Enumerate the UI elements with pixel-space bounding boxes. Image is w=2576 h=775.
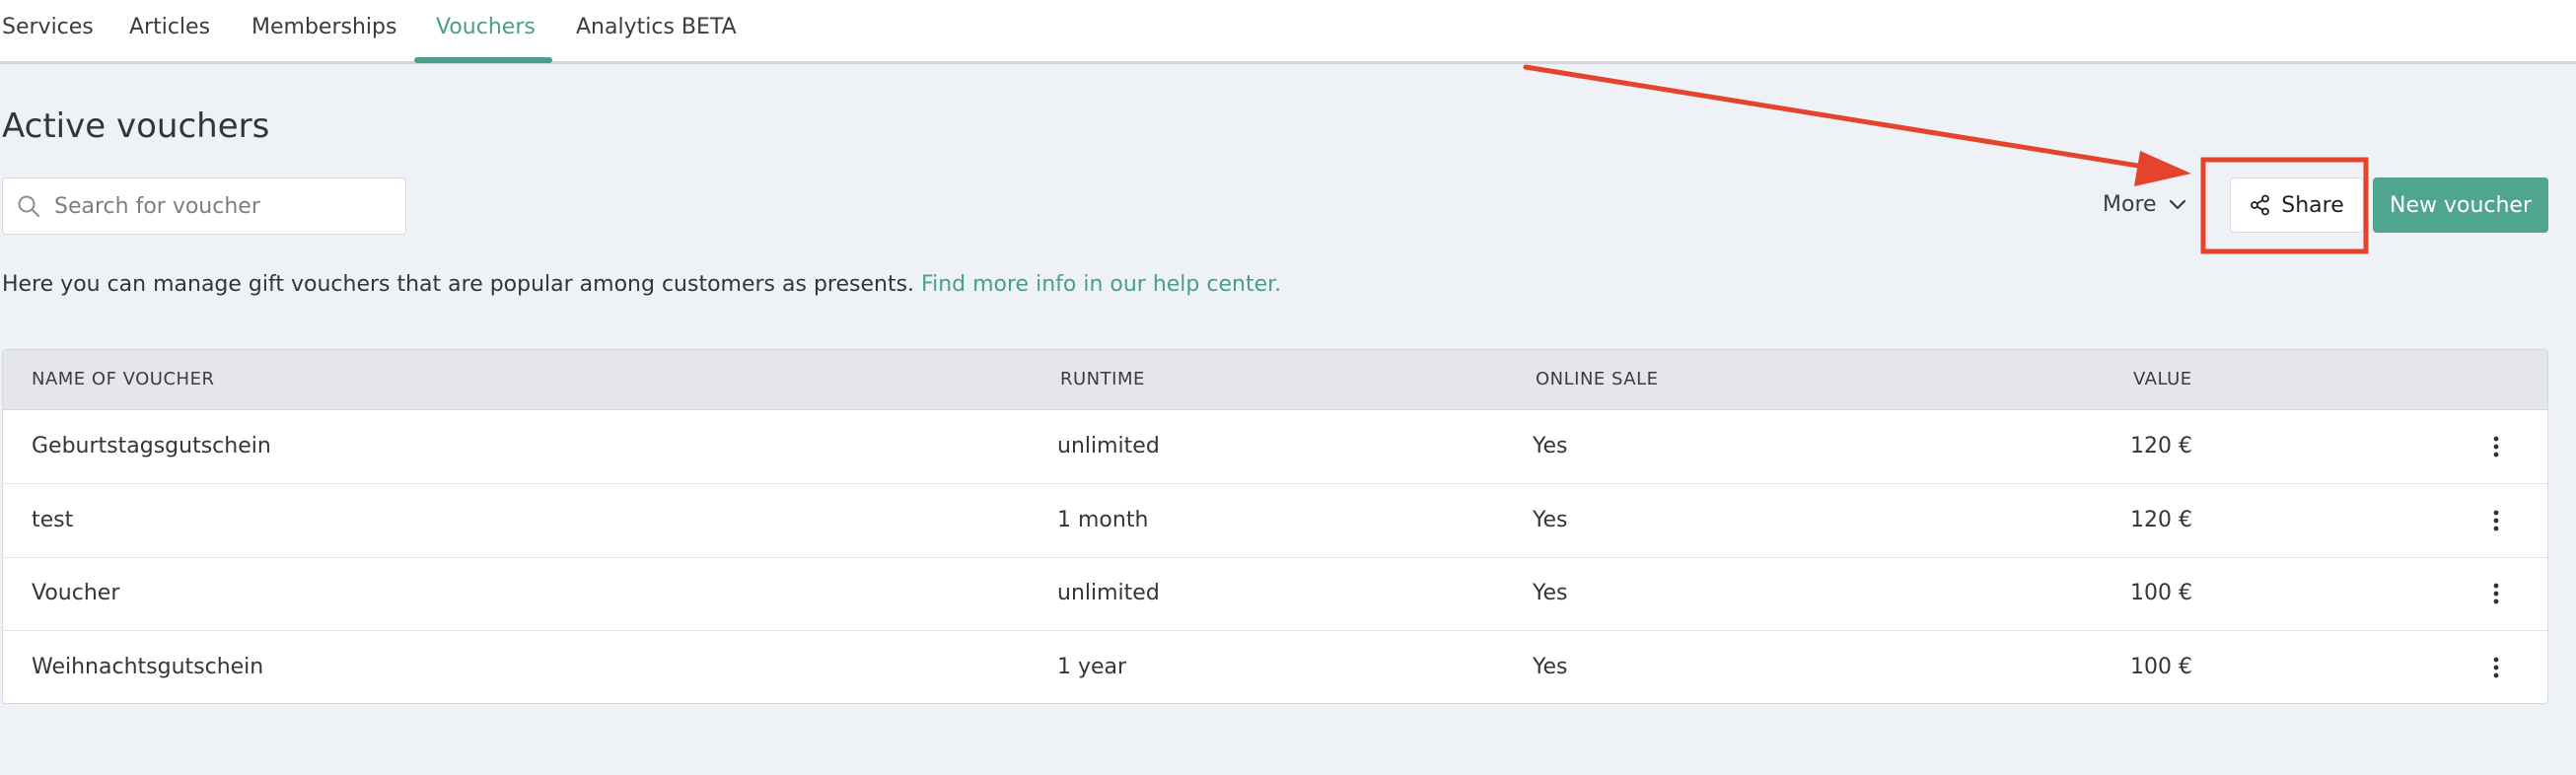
share-icon (2251, 194, 2270, 216)
annotation-arrow-line (1523, 64, 2153, 171)
header-value: VALUE (2133, 369, 2192, 389)
info-text: Here you can manage gift vouchers that a… (2, 272, 1281, 297)
table-row[interactable]: test 1 month Yes 120 € (3, 484, 2547, 558)
voucher-name: Voucher (32, 581, 120, 605)
vouchers-table: NAME OF VOUCHER RUNTIME ONLINE SALE VALU… (2, 349, 2548, 704)
voucher-online-sale: Yes (1533, 434, 1568, 458)
table-row[interactable]: Geburtstagsgutschein unlimited Yes 120 € (3, 410, 2547, 484)
voucher-runtime: 1 year (1057, 655, 1127, 679)
chevron-down-icon (2169, 199, 2185, 210)
header-runtime: RUNTIME (1060, 369, 1145, 389)
tab-memberships[interactable]: Memberships (251, 0, 396, 61)
tab-vouchers[interactable]: Vouchers (436, 0, 536, 61)
voucher-name: Geburtstagsgutschein (32, 434, 271, 458)
search-box[interactable] (2, 177, 406, 235)
table-row[interactable]: Voucher unlimited Yes 100 € (3, 557, 2547, 631)
share-label: Share (2281, 192, 2344, 218)
voucher-value: 100 € (2130, 581, 2192, 605)
kebab-menu-icon[interactable] (2486, 582, 2506, 605)
search-input[interactable] (52, 178, 401, 234)
tab-articles[interactable]: Articles (129, 0, 210, 61)
more-label: More (2103, 192, 2157, 217)
voucher-name: Weihnachtsgutschein (32, 655, 264, 679)
active-tab-indicator (414, 57, 552, 63)
kebab-menu-icon[interactable] (2486, 656, 2506, 679)
voucher-value: 120 € (2130, 434, 2192, 458)
voucher-online-sale: Yes (1533, 655, 1568, 679)
new-voucher-button[interactable]: New voucher (2373, 177, 2548, 233)
search-icon (18, 195, 39, 217)
tab-analytics[interactable]: Analytics BETA (576, 0, 737, 61)
tab-services[interactable]: Services (2, 0, 94, 61)
voucher-runtime: 1 month (1057, 508, 1149, 532)
voucher-online-sale: Yes (1533, 581, 1568, 605)
voucher-value: 120 € (2130, 508, 2192, 532)
voucher-value: 100 € (2130, 655, 2192, 679)
header-name: NAME OF VOUCHER (32, 369, 215, 389)
top-nav: Services Articles Memberships Vouchers A… (0, 0, 2576, 64)
annotation-arrow-head (2134, 151, 2191, 186)
table-header: NAME OF VOUCHER RUNTIME ONLINE SALE VALU… (3, 350, 2547, 410)
voucher-name: test (32, 508, 74, 532)
table-row[interactable]: Weihnachtsgutschein 1 year Yes 100 € (3, 631, 2547, 703)
help-center-link[interactable]: Find more info in our help center. (921, 272, 1281, 297)
kebab-menu-icon[interactable] (2486, 435, 2506, 458)
info-description: Here you can manage gift vouchers that a… (2, 272, 915, 297)
header-online-sale: ONLINE SALE (1536, 369, 1659, 389)
voucher-runtime: unlimited (1057, 434, 1160, 458)
more-dropdown[interactable]: More (2103, 185, 2186, 225)
page-title: Active vouchers (2, 106, 270, 146)
voucher-online-sale: Yes (1533, 508, 1568, 532)
share-button[interactable]: Share (2230, 177, 2364, 233)
kebab-menu-icon[interactable] (2486, 509, 2506, 532)
voucher-runtime: unlimited (1057, 581, 1160, 605)
